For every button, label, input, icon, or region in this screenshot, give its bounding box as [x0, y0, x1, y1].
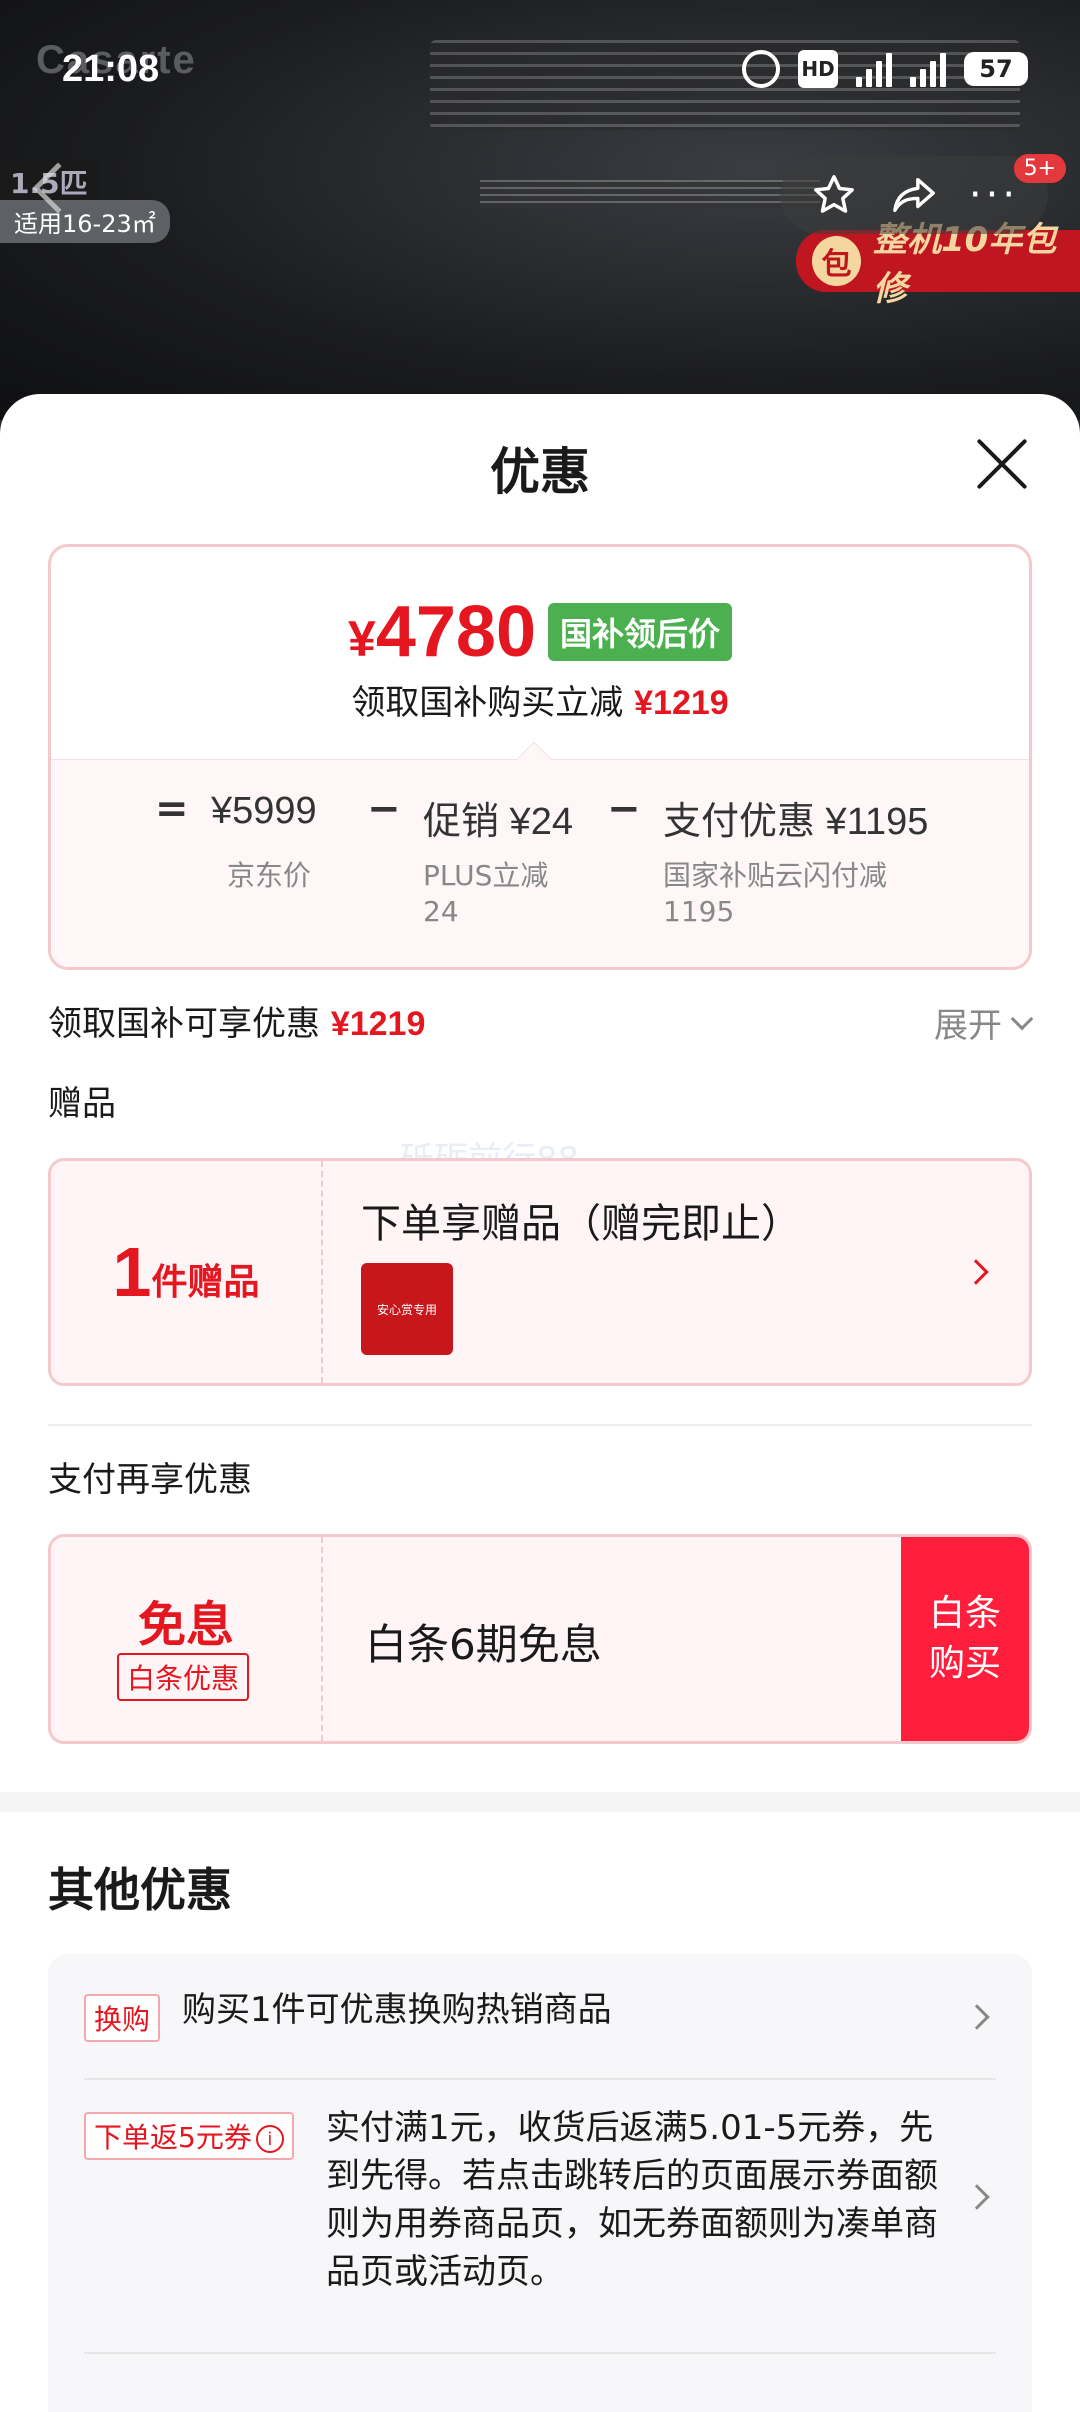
final-price: ¥4780: [348, 592, 536, 672]
share-icon[interactable]: [888, 169, 940, 221]
interest-free-label: 免息: [137, 1597, 234, 1653]
pay-discount-label: 国家补贴云闪付减 1195: [663, 859, 888, 928]
minus-sign: −: [367, 786, 401, 832]
pay-discount-amount: 支付优惠 ¥1195: [663, 801, 929, 843]
product-illustration-detail: [480, 180, 820, 208]
price-subtitle-amount: ¥1219: [634, 684, 729, 722]
list-item[interactable]: 换购 购买1件可优惠换购热销商品: [84, 1986, 996, 2056]
chevron-right-icon: [964, 2004, 990, 2030]
list-item-text: 实付满1元，收货后返满5.01-5元券，先到先得。若点击跳转后的页面展示券面额则…: [326, 2108, 938, 2292]
coupon-tag: 下单返5元券 i: [84, 2112, 294, 2160]
jd-price: ¥5999: [211, 790, 317, 832]
subsidy-row: 领取国补可享优惠 ¥1219: [48, 1004, 426, 1044]
gift-title: 下单享赠品（赠完即止）: [361, 1201, 801, 1247]
status-icons: HD 57: [742, 50, 1028, 88]
gift-thumbnail[interactable]: 安心赏专用: [361, 1263, 453, 1355]
hd-icon: HD: [798, 50, 838, 88]
star-icon[interactable]: [808, 169, 860, 221]
info-icon[interactable]: i: [255, 2125, 284, 2153]
divider: [84, 2352, 996, 2354]
warranty-banner: 包 整机10年包修: [796, 220, 1080, 309]
section-gap: [0, 1792, 1080, 1812]
baitiao-tag: 白条优惠: [117, 1653, 250, 1701]
price-card: ¥4780 国补领后价 领取国补购买立减 ¥1219 = ¥5999 京东价 −…: [48, 544, 1032, 970]
warranty-icon: 包: [812, 236, 861, 286]
signal-5g-icon: [856, 51, 892, 87]
list-item[interactable]: 下单返5元券 i 实付满1元，收货后返满5.01-5元券，先到先得。若点击跳转后的…: [84, 2104, 996, 2314]
area-label: 适用16-23㎡: [0, 200, 170, 243]
list-item-text: 购买1件可优惠换购热销商品: [182, 1990, 612, 2030]
gift-section-title: 赠品: [48, 1084, 116, 1124]
minus-sign-2: −: [607, 786, 641, 832]
pay-section-title: 支付再享优惠: [48, 1460, 252, 1500]
installment-desc: 白条6期免息: [365, 1620, 602, 1669]
divider: [48, 1424, 1032, 1426]
divider: [84, 2078, 996, 2080]
interest-free-card: 免息 白条优惠 白条6期免息 白条购买: [48, 1534, 1032, 1744]
other-discounts-title: 其他优惠: [48, 1863, 232, 1917]
expand-button[interactable]: 展开: [934, 998, 1034, 1047]
more-icon[interactable]: ···: [968, 169, 1020, 221]
status-bar: 21:08 HD 57: [0, 0, 1080, 140]
gift-card[interactable]: 1 件赠品 下单享赠品（赠完即止） 安心赏专用: [48, 1158, 1032, 1386]
price-breakdown: = ¥5999 京东价 − 促销 ¥24 PLUS立减 24 − 支付优惠 ¥11…: [51, 759, 1029, 967]
chevron-right-icon: [964, 2184, 990, 2210]
baitiao-buy-button[interactable]: 白条购买: [901, 1537, 1029, 1741]
chevron-down-icon: [1010, 1007, 1034, 1030]
nav-actions: ···: [780, 156, 1048, 234]
other-discounts-list: 换购 购买1件可优惠换购热销商品 下单返5元券 i 实付满1元，收货后返满5.01…: [48, 1954, 1032, 2412]
interest-free-badge: 免息 白条优惠: [51, 1537, 323, 1741]
gift-count: 1 件赠品: [51, 1161, 323, 1383]
battery-icon: 57: [964, 52, 1028, 86]
promo-label: PLUS立减 24: [423, 859, 549, 928]
status-time: 21:08: [62, 48, 160, 90]
signal-5g-icon-2: [910, 51, 946, 87]
alarm-icon: [742, 50, 780, 88]
discount-sheet: 优惠 ¥4780 国补领后价 领取国补购买立减 ¥1219 = ¥5999 京东…: [0, 394, 1080, 2412]
sheet-title: 优惠: [490, 443, 590, 501]
jd-price-label: 京东价: [227, 859, 312, 892]
close-icon[interactable]: [972, 434, 1032, 494]
chevron-right-icon[interactable]: [963, 1259, 989, 1285]
subsidy-price-tag: 国补领后价: [547, 603, 732, 661]
price-subtitle: 领取国补购买立减 ¥1219: [351, 683, 729, 723]
notification-badge: 5+: [1013, 154, 1066, 183]
equals-sign: =: [155, 786, 189, 832]
exchange-tag: 换购: [84, 1994, 161, 2042]
promo-amount: 促销 ¥24: [423, 801, 573, 843]
